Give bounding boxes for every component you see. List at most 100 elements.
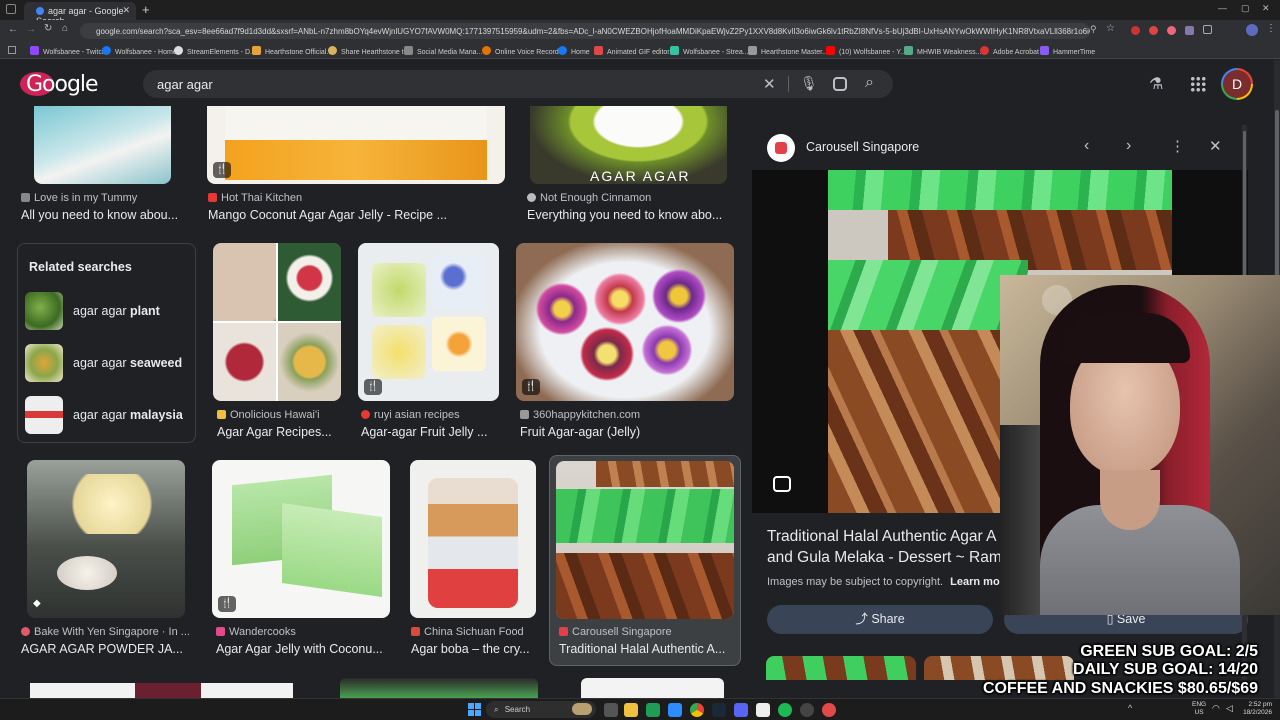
clock[interactable]: 2:52 pm 18/2/2026 (1240, 701, 1272, 717)
bookmark-star-icon[interactable]: ☆ (1106, 23, 1115, 34)
bookmark-item[interactable]: HammerTime (1040, 46, 1095, 56)
labs-flask-icon[interactable]: ⚗ (1149, 74, 1163, 94)
tab-close-icon[interactable]: ✕ (122, 5, 130, 16)
bookmark-item[interactable]: Animated GIF editor... (594, 46, 675, 56)
result-title[interactable]: Everything you need to know abo... (527, 208, 732, 222)
steam-icon[interactable] (712, 703, 726, 717)
bookmark-item[interactable]: Hearthstone Official... (252, 46, 332, 56)
lens-camera-icon[interactable] (833, 77, 847, 91)
taskbar-search[interactable]: ⌕ Search (486, 701, 596, 718)
result-source[interactable]: Not Enough Cinnamon (527, 192, 651, 204)
bookmark-item[interactable]: StreamElements - D... (174, 46, 256, 56)
result-title[interactable]: Agar boba – the cry... (411, 642, 539, 656)
result-title[interactable]: Traditional Halal Authentic A... (559, 642, 735, 656)
minimize-icon[interactable]: — (1218, 3, 1227, 13)
next-image-icon[interactable]: › (1126, 137, 1131, 155)
result-title[interactable]: All you need to know abou... (21, 208, 191, 222)
result-source[interactable]: Carousell Singapore (559, 626, 672, 638)
extensions-puzzle-icon[interactable] (1203, 25, 1212, 34)
bookmark-item[interactable]: Share Hearthstone to... (328, 46, 413, 56)
result-image[interactable]: ◆ (27, 460, 185, 618)
chrome-icon[interactable] (690, 703, 704, 717)
browser-menu-icon[interactable]: ⋮ (1266, 23, 1276, 34)
result-image-selected[interactable] (556, 461, 734, 619)
result-source[interactable]: ruyi asian recipes (361, 409, 460, 421)
obs-icon[interactable] (800, 703, 814, 717)
panel-source-name[interactable]: Carousell Singapore (806, 140, 919, 154)
related-item-malaysia[interactable]: agar agar malaysia (25, 396, 195, 436)
result-title[interactable]: Mango Coconut Agar Agar Jelly - Recipe .… (208, 208, 498, 222)
result-source[interactable]: Onolicious Hawai'i (217, 409, 320, 421)
spreadsheet-app-icon[interactable] (646, 703, 660, 717)
extension-icon-1[interactable] (1131, 26, 1140, 35)
home-icon[interactable]: ⌂ (62, 23, 68, 34)
result-image[interactable]: 🍴 (358, 243, 499, 401)
microphone-icon[interactable]: 🎙 (800, 75, 818, 92)
back-icon[interactable]: ← (8, 24, 18, 35)
wifi-icon[interactable]: ◠ (1212, 703, 1220, 714)
bookmark-item[interactable]: Social Media Mana... (404, 46, 482, 56)
result-title[interactable]: AGAR AGAR POWDER JA... (21, 642, 191, 656)
search-box[interactable]: agar agar ✕ 🎙 ⌕ (143, 70, 893, 98)
keyboard-layout[interactable]: ENG US (1192, 701, 1206, 717)
spotify-icon[interactable] (778, 703, 792, 717)
related-item-plant[interactable]: agar agar plant (25, 292, 195, 332)
result-image-partial[interactable] (30, 683, 293, 698)
reload-icon[interactable]: ↻ (44, 23, 52, 34)
bookmark-item[interactable]: Hearthstone Master... (748, 46, 828, 56)
panel-title-line1[interactable]: Traditional Halal Authentic Agar A (767, 528, 996, 546)
result-image[interactable] (34, 106, 171, 184)
forward-icon[interactable]: → (26, 24, 36, 35)
result-title[interactable]: Agar-agar Fruit Jelly ... (361, 425, 496, 439)
result-image[interactable]: 🍴 (516, 243, 734, 401)
close-panel-icon[interactable]: ✕ (1209, 137, 1222, 155)
account-avatar[interactable]: D (1221, 68, 1253, 100)
discord-icon[interactable] (734, 703, 748, 717)
capcut-icon[interactable] (756, 703, 770, 717)
google-logo[interactable]: Google (20, 68, 104, 100)
tray-chevron-icon[interactable]: ^ (1128, 703, 1132, 713)
extension-icon-3[interactable] (1167, 26, 1176, 35)
related-image-partial[interactable] (924, 656, 1074, 680)
streaming-app-icon[interactable] (822, 703, 836, 717)
bookmark-item[interactable]: Wolfsbanee - Strea... (670, 46, 749, 56)
zoom-app-icon[interactable] (668, 703, 682, 717)
result-title[interactable]: Agar Agar Recipes... (217, 425, 347, 439)
bookmark-item[interactable]: Wolfsbanee - Twitch (30, 46, 106, 56)
google-apps-icon[interactable] (1190, 76, 1206, 92)
share-button[interactable]: ⤴ Share (767, 605, 993, 634)
bookmark-item[interactable]: Adobe Acrobat (980, 46, 1039, 56)
windows-start-icon[interactable] (468, 703, 481, 716)
address-bar[interactable]: google.com/search?sca_esv=8ee66ad7f9d1d3… (80, 23, 1090, 39)
volume-icon[interactable]: ◁ (1226, 703, 1233, 714)
bookmark-item[interactable]: Home (558, 46, 590, 56)
bookmark-item[interactable]: MHWIB Weakness... (904, 46, 981, 56)
related-image-partial[interactable] (766, 656, 916, 680)
result-title[interactable]: Agar Agar Jelly with Coconu... (216, 642, 396, 656)
window-close-icon[interactable]: ✕ (1262, 3, 1270, 14)
related-item-seaweed[interactable]: agar agar seaweed (25, 344, 195, 384)
extension-icon-4[interactable] (1185, 26, 1194, 35)
task-view-icon[interactable] (604, 703, 618, 717)
result-image[interactable] (410, 460, 536, 618)
extension-icon-2[interactable] (1149, 26, 1158, 35)
result-title[interactable]: Fruit Agar-agar (Jelly) (520, 425, 730, 439)
bookmark-item[interactable]: Online Voice Record... (482, 46, 565, 56)
search-icon[interactable]: ⌕ (865, 74, 874, 92)
tab-active[interactable]: agar agar - Google Search ✕ (24, 2, 136, 26)
clear-icon[interactable]: ✕ (763, 75, 776, 93)
file-explorer-icon[interactable] (624, 703, 638, 717)
result-source[interactable]: China Sichuan Food (411, 626, 524, 638)
maximize-icon[interactable]: ▢ (1241, 3, 1250, 14)
result-source[interactable]: Bake With Yen Singapore · In ... (21, 626, 190, 638)
result-source[interactable]: Wandercooks (216, 626, 296, 638)
result-image[interactable]: 🍴 (212, 460, 390, 618)
bookmark-item[interactable]: (10) Wolfsbanee - Y... (826, 46, 906, 56)
apps-grid-icon[interactable] (8, 46, 16, 54)
result-image-partial[interactable] (581, 678, 724, 698)
bookmark-item[interactable]: Wolfsbanee - Home (102, 46, 177, 56)
result-image[interactable] (213, 243, 341, 401)
tab-list-icon[interactable] (6, 4, 16, 14)
result-image-partial[interactable] (340, 678, 538, 698)
result-image[interactable]: AGAR AGAR (530, 106, 727, 184)
